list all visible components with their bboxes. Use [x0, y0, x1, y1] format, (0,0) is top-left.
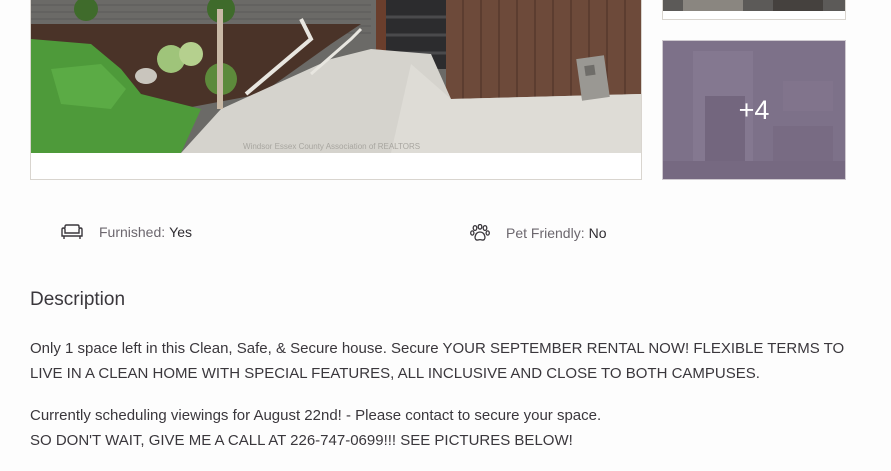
feature-pet-friendly: Pet Friendly: No — [470, 224, 607, 242]
main-listing-photo[interactable]: Windsor Essex County Association of REAL… — [30, 0, 642, 180]
description-paragraph: Currently scheduling viewings for August… — [30, 407, 602, 424]
description-paragraph: SO DON'T WAIT, GIVE ME A CALL AT 226-747… — [30, 432, 573, 449]
house-exterior-image: Windsor Essex County Association of REAL… — [31, 0, 641, 153]
description-heading: Description — [30, 289, 126, 310]
photo-watermark: Windsor Essex County Association of REAL… — [243, 142, 420, 151]
pet-friendly-label: Pet Friendly: — [506, 225, 585, 241]
more-photos-count: +4 — [663, 41, 845, 179]
description-paragraph: Only 1 space left in this Clean, Safe, &… — [30, 340, 845, 382]
sofa-icon — [61, 224, 83, 239]
furnished-label: Furnished: — [99, 224, 166, 240]
feature-furnished: Furnished: Yes — [61, 224, 192, 240]
more-photos-thumbnail[interactable]: +4 — [662, 40, 846, 180]
gallery-thumbnail[interactable] — [662, 0, 846, 20]
pet-friendly-value: No — [588, 225, 607, 241]
thumbnail-image — [663, 0, 845, 11]
furnished-value: Yes — [169, 224, 192, 240]
paw-icon — [470, 224, 490, 241]
